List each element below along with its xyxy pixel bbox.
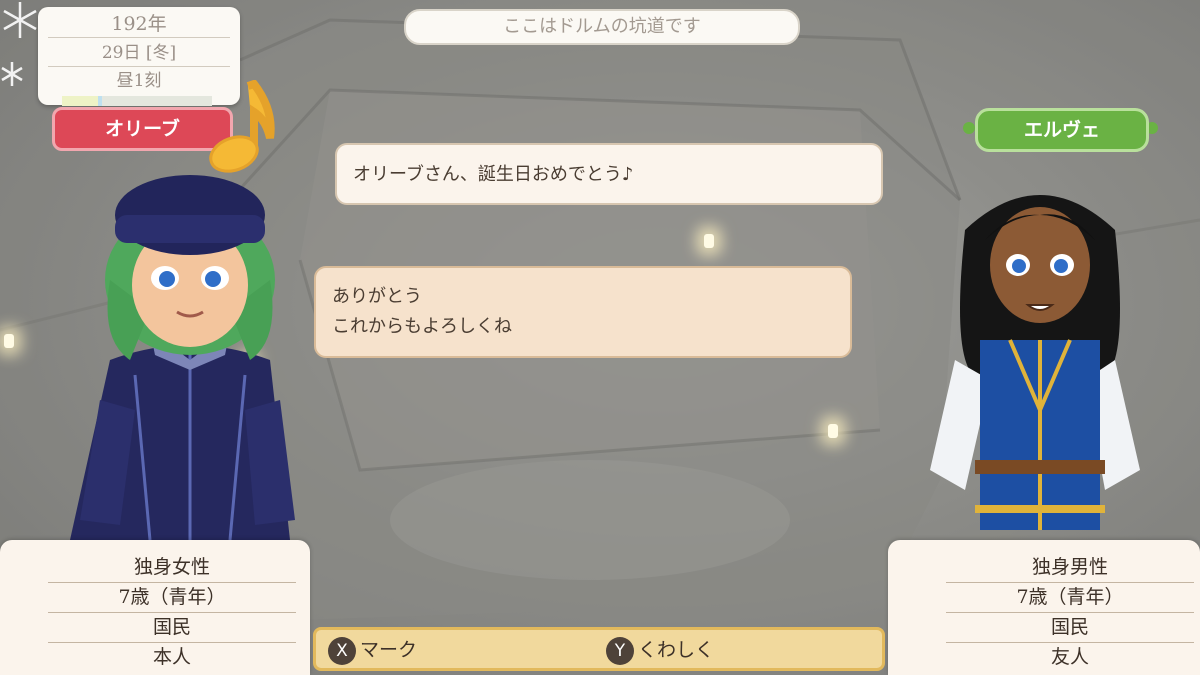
info-citizenship: 国民 — [48, 612, 296, 643]
y-button-icon: Y — [606, 636, 634, 665]
info-age: 7歳（青年） — [48, 582, 296, 613]
right-character-info-panel: 独身男性 7歳（青年） 国民 友人 — [888, 540, 1200, 675]
elve-character — [930, 195, 1140, 530]
info-status: 独身男性 — [946, 552, 1194, 583]
music-note-icon — [209, 80, 275, 173]
x-button-icon: X — [328, 636, 356, 665]
speech-bubble-olive: ありがとう これからもよろしくね — [314, 266, 852, 358]
info-age: 7歳（青年） — [946, 582, 1194, 613]
calendar-time: 昼1刻 — [116, 71, 162, 91]
info-relation: 本人 — [152, 646, 191, 668]
details-label: くわしく — [638, 639, 715, 661]
dialogue-line: オリーブさん、誕生日おめでとう♪ — [353, 164, 634, 185]
dialogue-line: ありがとう — [332, 286, 422, 307]
mark-button[interactable]: X マーク — [328, 635, 417, 665]
speech-bubble-elve: オリーブさん、誕生日おめでとう♪ — [335, 143, 883, 205]
snowflake-icon — [1, 2, 37, 86]
right-character-name-tag: エルヴェ — [975, 108, 1149, 152]
dialogue-line: これからもよろしくね — [332, 316, 512, 337]
olive-character — [70, 175, 295, 541]
calendar-year: 192年 — [48, 11, 230, 38]
name-tag-ornament — [963, 122, 975, 134]
info-relation: 友人 — [1050, 646, 1089, 668]
info-citizenship: 国民 — [946, 612, 1194, 643]
time-of-day-bar — [62, 96, 212, 106]
info-status: 独身女性 — [48, 552, 296, 583]
mark-label: マーク — [360, 639, 418, 661]
details-button[interactable]: Y くわしく — [606, 635, 714, 665]
button-hint-bar: X マーク Y くわしく — [313, 627, 885, 671]
calendar-day: 29日 [冬] — [48, 40, 230, 67]
location-banner: ここはドルムの坑道です — [404, 9, 800, 45]
left-character-info-panel: 独身女性 7歳（青年） 国民 本人 — [0, 540, 310, 675]
